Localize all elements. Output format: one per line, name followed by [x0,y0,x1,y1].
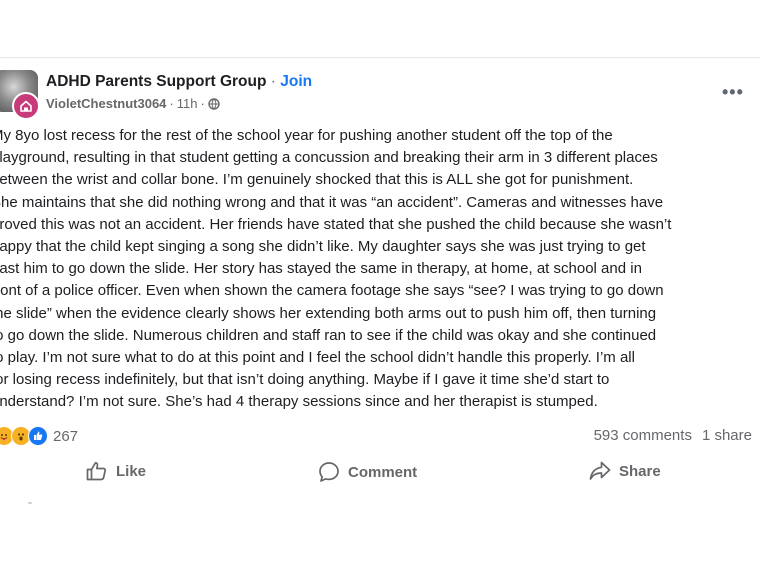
join-button[interactable]: Join [280,73,312,90]
share-button[interactable]: Share [589,461,661,481]
post-line: My 8yo lost recess for the rest of the s… [0,127,613,144]
group-header: ADHD Parents Support Group · Join [46,73,312,91]
reaction-count[interactable]: 267 [53,428,78,445]
post-line: for losing recess indefinitely, but that… [0,371,610,389]
post-line: between the wrist and collar bone. I’m g… [0,171,634,189]
post-line: proved this was not an accident. Her fri… [0,215,672,233]
facebook-post: ADHD Parents Support Group · Join Violet… [0,0,760,567]
post-meta: VioletChestnut3064 · 11h · [46,96,220,111]
action-bar: Like Comment Share [0,448,760,496]
separator: · [270,73,276,90]
engagement-counts: 593 comments 1 share [584,427,752,444]
post-line: to play. I’m not sure what to do at this… [0,349,635,367]
share-icon [589,461,611,480]
post-line: past him to go down the slide. Her story… [0,260,642,278]
user-avatar[interactable] [12,92,40,120]
meta-separator: · [169,96,174,111]
divider [0,57,760,58]
meta-separator-2: · [200,96,205,111]
shares-count[interactable]: 1 share [702,427,752,444]
comment-icon [319,462,339,482]
post-text: My 8yo lost recess for the rest of the s… [0,125,759,414]
more-options-button[interactable]: ••• [722,82,744,103]
post-line: happy that the child kept singing a song… [0,238,646,256]
post-line: the slide” when the evidence clearly sho… [0,304,657,322]
post-line: playground, resulting in that student ge… [0,149,658,167]
post-line: understand? I’m not sure. She’s had 4 th… [0,393,598,411]
group-name-link[interactable]: ADHD Parents Support Group [46,73,266,90]
share-label: Share [619,462,661,480]
comment-divider [28,502,32,504]
reactions-summary[interactable]: 267 [0,426,78,446]
post-line: to go down the slide. Numerous children … [0,326,657,344]
comment-button[interactable]: Comment [318,461,417,483]
post-line: She maintains that she did nothing wrong… [0,193,664,211]
thumbs-up-icon [86,461,107,481]
author-link[interactable]: VioletChestnut3064 [46,96,166,111]
like-button[interactable]: Like [86,461,146,481]
globe-icon [208,97,220,110]
like-label: Like [116,462,147,480]
comment-label: Comment [348,463,418,481]
house-icon [20,100,32,112]
post-line: front of a police officer. Even when sho… [0,282,664,300]
like-reaction-icon [28,426,48,446]
timestamp[interactable]: 11h [177,96,198,111]
comments-count[interactable]: 593 comments [594,427,692,444]
